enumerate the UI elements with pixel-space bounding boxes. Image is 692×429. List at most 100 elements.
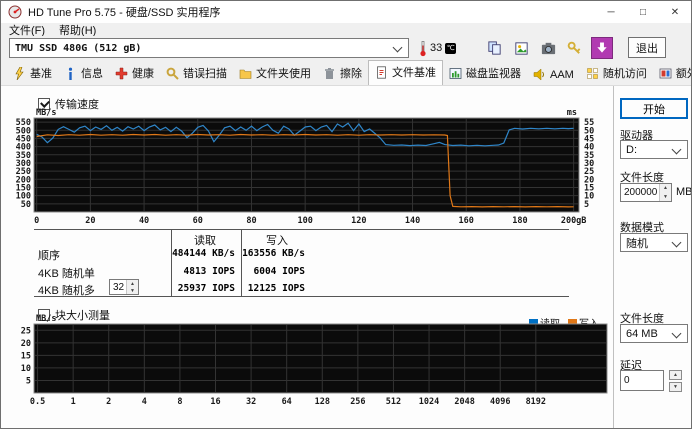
copy-to-clipboard-button[interactable] [483, 37, 505, 59]
tab-aam[interactable]: AAM [527, 65, 580, 85]
tab-health[interactable]: 健康 [109, 62, 160, 85]
transfer-speed-chart: 5010015020025030035040045050055051015202… [16, 108, 595, 226]
lightning-icon [15, 66, 24, 80]
update-download-button[interactable] [591, 37, 613, 59]
exit-button[interactable]: 退出 [628, 37, 666, 58]
drive-selector-value: TMU SSD 480G (512 gB) [15, 42, 142, 54]
tab-random-access[interactable]: 随机访问 [580, 62, 653, 85]
4k-multi-write-value: 12125 IOPS [247, 283, 305, 294]
block-size-chart: 5 10 15 20 25 0.5 1 2 4 8 16 32 64 128 256 512 1024 2048 4… [21, 314, 608, 407]
drive-dropdown[interactable]: D: [620, 140, 688, 159]
svg-text:140: 140 [405, 216, 420, 226]
spin-down-icon[interactable]: ▼ [127, 287, 138, 294]
delay-down-button[interactable]: ▼ [669, 382, 682, 392]
image-file-icon [514, 41, 528, 55]
svg-text:15: 15 [21, 351, 31, 361]
svg-text:180: 180 [512, 216, 527, 226]
close-button[interactable]: ✕ [659, 1, 691, 23]
file-length-value: 200000 [624, 187, 658, 198]
svg-text:80: 80 [246, 216, 256, 226]
tab-label: 健康 [132, 68, 154, 80]
delay-value: 0 [624, 375, 630, 386]
svg-text:MB/s: MB/s [36, 314, 56, 324]
toolbar: TMU SSD 480G (512 gB) 33 ℃ 退出 [1, 36, 691, 61]
temperature-unit-badge: ℃ [445, 42, 457, 54]
tab-erase[interactable]: 擦除 [317, 62, 368, 85]
screenshot-button[interactable] [537, 37, 559, 59]
svg-text:8: 8 [177, 397, 182, 407]
spin-up-icon[interactable]: ▲ [660, 184, 671, 193]
temperature-indicator[interactable]: 33 ℃ [419, 38, 457, 58]
window-title: HD Tune Pro 5.75 - 硬盘/SSD 实用程序 [28, 7, 221, 19]
copy-icon [487, 40, 501, 55]
svg-text:8192: 8192 [526, 397, 546, 407]
tab-folder-usage[interactable]: 文件夹使用 [233, 62, 317, 85]
spin-down-icon[interactable]: ▼ [660, 192, 671, 201]
svg-text:5: 5 [26, 376, 31, 386]
thermometer-icon [420, 40, 426, 56]
temperature-value: 33 [430, 42, 443, 54]
svg-text:0: 0 [34, 216, 39, 226]
file-length-unit: MB [676, 186, 692, 198]
svg-text:550: 550 [16, 118, 31, 128]
spin-up-icon[interactable]: ▲ [127, 280, 138, 287]
row-label-4k-single: 4KB 随机单 [38, 268, 95, 280]
tab-label: 文件夹使用 [256, 68, 311, 80]
info-icon [68, 67, 73, 80]
tab-file-benchmark[interactable]: 文件基准 [368, 60, 443, 85]
tab-benchmark[interactable]: 基准 [7, 62, 58, 85]
tab-info[interactable]: 信息 [58, 62, 109, 85]
maximize-button[interactable]: □ [627, 1, 659, 23]
tab-label: AAM [550, 68, 574, 81]
svg-text:4096: 4096 [490, 397, 510, 407]
tab-label: 磁盘监视器 [466, 68, 521, 80]
registration-button[interactable] [563, 37, 585, 59]
table-bottom-border [34, 296, 569, 297]
tab-extra-tests[interactable]: 额外测试 [653, 62, 691, 85]
file-benchmark-icon [377, 65, 386, 79]
drive-selector[interactable]: TMU SSD 480G (512 gB) [9, 38, 409, 58]
tab-label: 基准 [30, 68, 52, 80]
svg-text:55: 55 [584, 118, 594, 128]
svg-text:40: 40 [139, 216, 149, 226]
extra-tests-icon [659, 68, 672, 78]
save-screenshot-button[interactable] [510, 37, 532, 59]
minimize-button[interactable]: ─ [595, 1, 627, 23]
file-length2-dropdown[interactable]: 64 MB [620, 324, 688, 343]
svg-text:10: 10 [21, 364, 31, 374]
chevron-down-icon [671, 144, 682, 155]
svg-text:4: 4 [142, 397, 147, 407]
svg-text:25: 25 [21, 326, 31, 336]
data-mode-dropdown[interactable]: 随机 [620, 233, 688, 252]
drive-dropdown-value: D: [626, 143, 637, 156]
chevron-down-icon [671, 237, 682, 248]
svg-text:512: 512 [386, 397, 401, 407]
health-cross-icon [115, 67, 128, 79]
tab-disk-monitor[interactable]: 磁盘监视器 [443, 62, 527, 85]
delay-input[interactable]: 0 [620, 370, 664, 391]
svg-text:1: 1 [71, 397, 76, 407]
file-length-spinner[interactable]: 200000 ▲ ▼ [620, 183, 672, 202]
start-button[interactable]: 开始 [620, 98, 688, 119]
sequential-write-value: 163556 KB/s [242, 248, 305, 259]
menu-bar: 文件(F) 帮助(H) [1, 23, 691, 37]
queue-depth-spinner[interactable]: 32 ▲ ▼ [109, 279, 139, 295]
panel-divider [613, 86, 614, 428]
svg-text:160: 160 [459, 216, 474, 226]
tab-label: 错误扫描 [183, 68, 227, 80]
svg-text:MB/s: MB/s [36, 108, 56, 118]
4k-single-read-value: 4813 IOPS [183, 266, 235, 277]
tab-error-scan[interactable]: 错误扫描 [160, 62, 233, 85]
camera-icon [541, 42, 555, 54]
svg-text:20: 20 [85, 216, 95, 226]
trash-icon [325, 67, 334, 79]
title-bar: HD Tune Pro 5.75 - 硬盘/SSD 实用程序 ─ □ ✕ [1, 1, 691, 23]
delay-up-button[interactable]: ▲ [669, 370, 682, 380]
svg-text:2048: 2048 [454, 397, 474, 407]
keys-icon [567, 41, 580, 54]
app-window: HD Tune Pro 5.75 - 硬盘/SSD 实用程序 ─ □ ✕ 文件(… [0, 0, 692, 429]
chevron-down-icon [671, 328, 682, 339]
4k-single-write-value: 6004 IOPS [253, 266, 305, 277]
svg-text:128: 128 [315, 397, 330, 407]
tab-label: 文件基准 [392, 67, 436, 79]
